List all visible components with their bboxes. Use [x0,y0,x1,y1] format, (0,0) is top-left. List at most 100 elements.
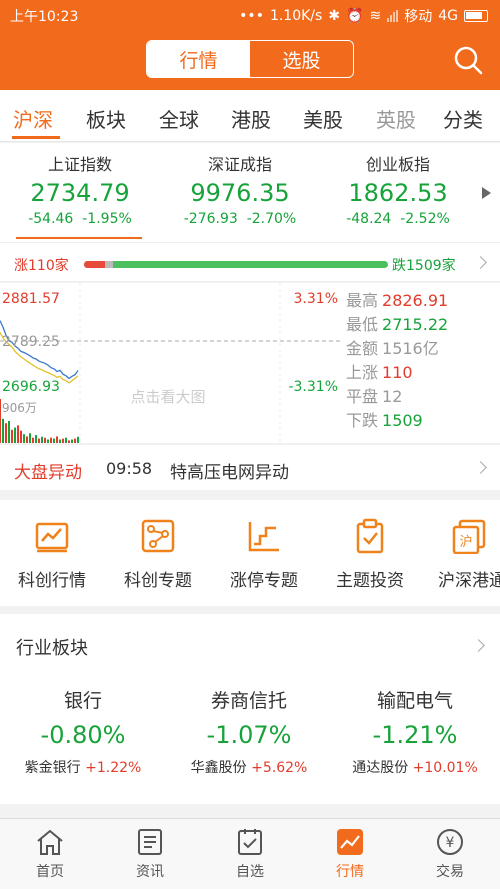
nav-label: 自选 [236,864,264,880]
sector-name: 输配电气 [376,690,453,712]
status-time: 上午10:23 [10,9,79,25]
segment-control: 行情 选股 [146,40,354,78]
index-card-shanghai[interactable]: 上证指数 2734.79 -54.46 -1.95% [0,151,160,227]
industry-sectors: 行业板块 银行 -0.80% 紫金银行 +1.22% 券商信托 -1.07% 华… [0,614,500,804]
feature-label: 涨停专题 [230,571,298,591]
status-dots: ••• [239,8,264,24]
chart-mid-price: 2789.25 [2,334,60,350]
chevron-right-icon [474,256,487,269]
volume-bar [0,399,1,443]
market-tabs: 沪深 板块 全球 港股 美股 英股 分类 [0,90,500,142]
tab-sector[interactable]: 板块 [86,104,126,133]
sector-leader: 通达股份 +10.01% [352,760,478,776]
chevron-right-icon[interactable] [472,639,485,652]
status-carrier: 移动 [404,9,433,25]
feature-label: 主题投资 [336,571,404,591]
bluetooth-icon: ✱ [328,8,341,24]
nav-watchlist[interactable]: 自选 [200,827,300,881]
sector-name: 券商信托 [210,690,287,712]
volume-bar [68,440,70,443]
chart-high-pct: 3.31% [294,291,338,307]
nav-trade[interactable]: ¥ 交易 [400,827,500,881]
feature-label: 沪深港通 [438,571,500,591]
sector-leader: 紫金银行 +1.22% [24,760,142,776]
volume-bar [5,423,7,443]
tab-uk[interactable]: 英股 [376,104,416,133]
feature-theme-invest[interactable]: 主题投资 [320,518,420,591]
tab-global[interactable]: 全球 [159,104,199,133]
tab-hk[interactable]: 港股 [231,104,271,133]
volume-bar [35,435,37,443]
segment-stock-picker[interactable]: 选股 [250,41,353,77]
app-header: 行情 选股 [0,30,500,90]
tab-active-indicator [12,136,60,139]
intraday-chart[interactable]: 2881.57 3.31% 2789.25 2696.93 -3.31% 906… [0,283,340,443]
home-icon [37,829,63,855]
volume-bar [56,436,58,443]
chart-high-price: 2881.57 [2,291,60,307]
tab-us[interactable]: 美股 [303,104,343,133]
feature-connect[interactable]: 沪 沪深港通 [424,518,500,591]
volume-bar [2,418,4,443]
news-icon [138,829,162,855]
nav-market[interactable]: 行情 [300,827,400,881]
svg-text:沪: 沪 [459,534,472,550]
chart-low-pct: -3.31% [288,379,338,395]
segment-market[interactable]: 行情 [147,41,250,77]
index-change: -276.93 -2.70% [183,211,297,227]
nav-news[interactable]: 资讯 [100,827,200,881]
volume-bar [14,427,16,443]
market-alert[interactable]: 大盘异动 09:58 特高压电网异动 [0,444,500,490]
index-name: 上证指数 [47,155,112,174]
svg-text:¥: ¥ [446,835,455,851]
breadth-down-label: 跌1509家 [392,258,456,274]
search-icon[interactable] [452,44,484,76]
breadth-bar-flat [104,261,113,268]
stat-up: 上涨 110 [346,363,413,382]
chart-overlay-text: 点击看大图 [130,388,205,406]
volume-bar [77,436,79,443]
volume-bar [44,437,46,443]
volume-bar [41,436,43,443]
nav-home[interactable]: 首页 [0,827,100,881]
index-card-shenzhen[interactable]: 深证成指 9976.35 -276.93 -2.70% [160,151,320,227]
chart-volume: 906万 [2,401,37,415]
sector-pct: -1.07% [206,721,292,749]
volume-bar [20,430,22,443]
alarm-icon: ⏰ [346,8,364,24]
volume-bar [11,429,13,443]
feature-label: 科创行情 [18,571,86,591]
nav-label: 资讯 [136,864,164,880]
sector-name: 银行 [63,690,102,712]
section-title: 行业板块 [16,638,88,659]
signal-icon [387,10,399,22]
index-name: 创业板指 [365,155,430,174]
feature-star-topic[interactable]: 科创专题 [108,518,208,591]
breadth-up-label: 涨110家 [14,258,69,274]
volume-bar [8,421,10,443]
market-icon [337,829,363,855]
index-change: -48.24 -2.52% [346,211,450,227]
market-breadth[interactable]: 涨110家 跌1509家 [0,242,500,282]
sector-pct: -1.21% [372,721,458,749]
wifi-icon: ≋ [369,8,382,24]
sector-card-power[interactable]: 输配电气 -1.21% 通达股份 +10.01% [332,686,498,777]
stat-down: 下跌 1509 [346,411,423,430]
feature-limit-up[interactable]: 涨停专题 [214,518,314,591]
volume-bar [23,434,25,443]
sector-card-broker[interactable]: 券商信托 -1.07% 华鑫股份 +5.62% [166,686,332,777]
index-card-chinext[interactable]: 创业板指 1862.53 -48.24 -2.52% [318,151,478,227]
volume-bar [38,438,40,443]
volume-bar [59,439,61,443]
day-stats: 最高 2826.91 最低 2715.22 金额 1516亿 上涨 110 平盘 12 下… [346,289,448,433]
chevron-right-icon [474,461,487,474]
nav-label: 交易 [436,864,464,880]
tab-category[interactable]: 分类 [443,104,483,133]
volume-bar [50,437,52,443]
volume-bar [74,438,76,443]
play-right-icon[interactable] [482,187,491,199]
tab-hushen[interactable]: 沪深 [13,104,53,133]
feature-star-market[interactable]: 科创行情 [2,518,102,591]
stat-high: 最高 2826.91 [346,291,449,310]
sector-card-bank[interactable]: 银行 -0.80% 紫金银行 +1.22% [0,686,166,777]
